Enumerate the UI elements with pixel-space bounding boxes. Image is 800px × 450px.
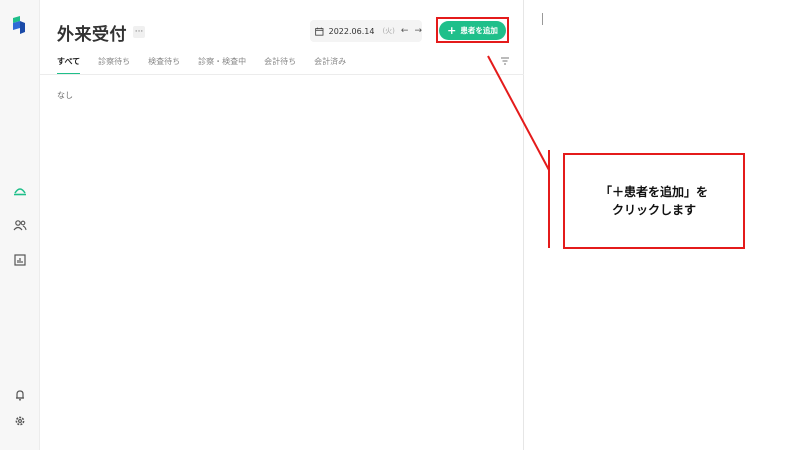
reports-icon[interactable] [12,252,28,268]
annotation-callout: 「＋患者を追加」を クリックします [563,153,745,249]
reception-icon[interactable] [12,182,28,198]
day-of-week: (火) [382,27,395,35]
tab-waiting-exam[interactable]: 診察待ち [98,56,130,75]
date-picker[interactable]: 2022.06.14 (火) ← → [310,20,422,42]
date-value: 2022.06.14 [328,26,375,36]
filter-icon[interactable] [500,56,510,66]
patients-icon[interactable] [12,217,28,233]
more-menu-button[interactable]: ··· [133,26,145,38]
tab-waiting-payment[interactable]: 会計待ち [264,56,296,75]
page-title: 外来受付 [57,25,127,45]
annotation-line-1: 「＋患者を追加」を [599,185,708,199]
prev-day-arrow-icon[interactable]: ← [401,26,409,36]
calendar-icon [315,27,324,36]
settings-icon[interactable] [12,413,28,429]
sidebar [0,0,40,450]
tab-paid[interactable]: 会計済み [314,56,346,75]
tab-divider [40,74,524,75]
annotation-highlight-box [436,17,509,43]
app-window: 外来受付 ··· 2022.06.14 (火) ← → + 患者を追加 すべて … [0,0,800,450]
bell-icon[interactable] [12,387,28,403]
annotation-bracket-line [548,150,550,248]
next-day-arrow-icon[interactable]: → [414,26,422,36]
tab-in-progress[interactable]: 診察・検査中 [198,56,246,75]
tab-all[interactable]: すべて [57,56,81,75]
empty-state-text: なし [57,91,73,100]
annotation-line-2: クリックします [611,203,696,217]
tab-waiting-test[interactable]: 検査待ち [148,56,180,75]
logo-icon [13,16,25,34]
reception-panel: 外来受付 ··· 2022.06.14 (火) ← → + 患者を追加 すべて … [40,0,524,450]
text-cursor [542,13,543,25]
status-tabs: すべて 診察待ち 検査待ち 診察・検査中 会計待ち 会計済み [57,56,364,75]
